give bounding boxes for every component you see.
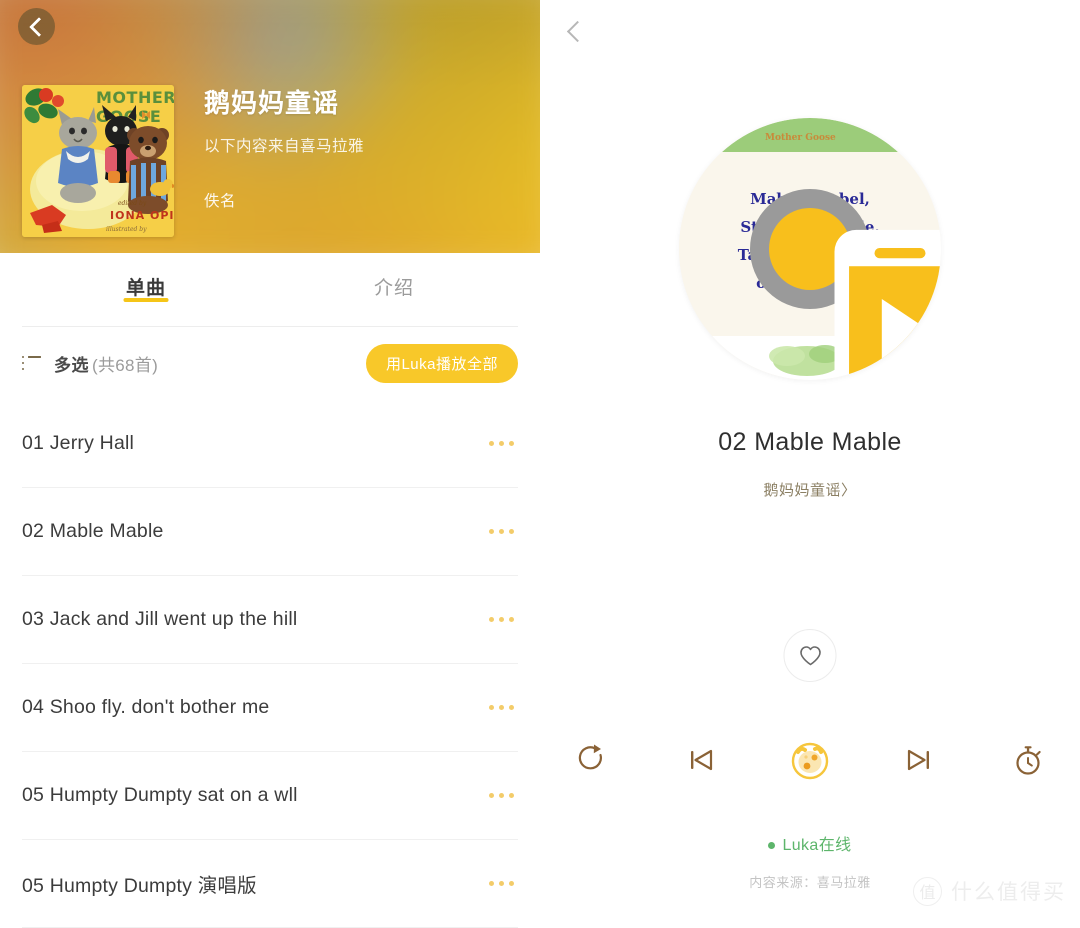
song-title: 04 Shoo fly. don't bother me: [22, 696, 270, 718]
disc-artwork: Mother Goose Mabel, Mabel, Strong and ab…: [679, 118, 941, 380]
status-dot-icon: [768, 842, 776, 850]
album-text-block: 鹅妈妈童谣 以下内容来自喜马拉雅 佚名: [204, 85, 364, 211]
luka-status: Luka在线: [540, 831, 1080, 855]
chevron-left-icon: [566, 20, 589, 42]
svg-text:MOTHER: MOTHER: [96, 88, 174, 107]
luka-play-icon: [791, 742, 829, 780]
album-disc: Mother Goose Mabel, Mabel, Strong and ab…: [679, 118, 941, 380]
song-row[interactable]: 04 Shoo fly. don't bother me: [22, 664, 518, 752]
song-title: 03 Jack and Jill went up the hill: [22, 608, 298, 630]
app-root: MOTHER GOOSE: [0, 0, 1080, 928]
repeat-icon: [578, 744, 602, 770]
song-row[interactable]: 03 Jack and Jill went up the hill: [22, 576, 518, 664]
player-panel: Mother Goose Mabel, Mabel, Strong and ab…: [540, 0, 1080, 928]
more-horizontal-icon[interactable]: [485, 871, 518, 896]
song-row[interactable]: 05 Humpty Dumpty 演唱版: [22, 840, 518, 928]
song-title: 05 Humpty Dumpty 演唱版: [22, 875, 257, 897]
song-title: 01 Jerry Hall: [22, 432, 135, 454]
more-horizontal-icon[interactable]: [485, 695, 518, 720]
list-bullet-icon: [22, 356, 41, 371]
song-row[interactable]: 01 Jerry Hall: [22, 400, 518, 488]
album-hero-header: MOTHER GOOSE: [0, 0, 540, 253]
album-info-row: MOTHER GOOSE: [22, 85, 364, 237]
svg-text:edited by: edited by: [118, 200, 147, 207]
watermark: 值 什么值得买: [913, 876, 1066, 906]
svg-text:illustrated by: illustrated by: [106, 226, 147, 233]
song-title: 02 Mable Mable: [22, 520, 164, 542]
tab-songs-label: 单曲: [125, 278, 166, 299]
tab-active-indicator: [123, 298, 169, 302]
chevron-left-icon: [28, 16, 49, 37]
more-horizontal-icon[interactable]: [485, 607, 518, 632]
now-playing-title: 02 Mable Mable: [718, 428, 902, 456]
song-row[interactable]: 02 Mable Mable: [22, 488, 518, 576]
song-count-label: (共68首): [92, 356, 159, 375]
tab-intro-label: 介绍: [373, 278, 414, 299]
album-title: 鹅妈妈童谣: [204, 88, 340, 118]
heart-outline-icon: [799, 645, 821, 665]
song-row[interactable]: 05 Humpty Dumpty sat on a wll: [22, 752, 518, 840]
timer-icon: [1016, 746, 1041, 775]
repeat-button[interactable]: [567, 735, 617, 785]
next-icon: [907, 749, 929, 771]
previous-icon: [691, 749, 713, 771]
play-on-device-button[interactable]: [769, 208, 941, 380]
luka-play-button[interactable]: [785, 735, 835, 785]
more-horizontal-icon[interactable]: [485, 783, 518, 808]
previous-button[interactable]: [676, 735, 726, 785]
song-list-toolbar: 多选 (共68首) 用Luka播放全部: [22, 327, 518, 400]
playback-controls: [540, 735, 1080, 785]
svg-text:Mother Goose: Mother Goose: [765, 133, 836, 143]
luka-status-label: Luka在线: [782, 837, 852, 854]
svg-text:IONA OPI: IONA OPI: [110, 209, 174, 222]
multi-select-button[interactable]: 多选 (共68首): [22, 351, 158, 376]
album-detail-panel: MOTHER GOOSE: [0, 0, 540, 928]
song-title: 05 Humpty Dumpty sat on a wll: [22, 784, 298, 806]
more-horizontal-icon[interactable]: [485, 431, 518, 456]
next-button[interactable]: [894, 735, 944, 785]
timer-button[interactable]: [1003, 735, 1053, 785]
album-tabs: 单曲 介绍: [22, 253, 518, 327]
now-playing-album-link[interactable]: 鹅妈妈童谣〉: [540, 479, 1080, 500]
multi-select-label: 多选: [54, 356, 89, 375]
watermark-logo-icon: 值: [913, 876, 942, 906]
tab-intro[interactable]: 介绍: [270, 253, 518, 300]
watermark-text: 什么值得买: [951, 881, 1066, 904]
phone-play-icon: [834, 229, 941, 380]
album-author: 佚名: [204, 192, 237, 210]
player-back-button[interactable]: [558, 14, 592, 48]
song-list: 01 Jerry Hall 02 Mable Mable 03 Jack and…: [0, 400, 540, 928]
album-subtitle: 以下内容来自喜马拉雅: [204, 137, 365, 155]
more-horizontal-icon[interactable]: [485, 519, 518, 544]
album-cover-image: MOTHER GOOSE: [22, 85, 174, 237]
back-button[interactable]: [18, 8, 55, 45]
play-all-with-luka-button[interactable]: 用Luka播放全部: [365, 344, 518, 383]
tab-songs[interactable]: 单曲: [22, 253, 270, 302]
favorite-button[interactable]: [783, 629, 837, 682]
